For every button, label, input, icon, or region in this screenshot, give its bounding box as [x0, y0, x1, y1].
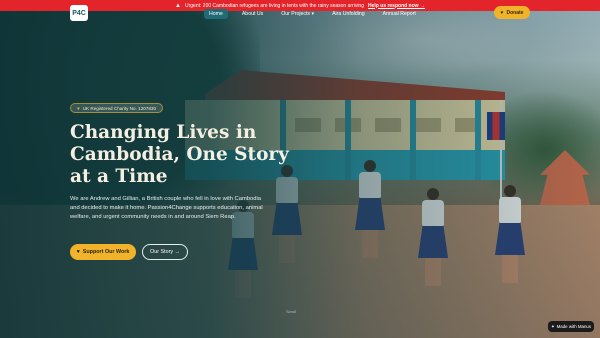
- hero-title: Changing Lives in Cambodia, One Story at…: [70, 122, 289, 187]
- heart-icon: ♥: [500, 9, 504, 16]
- donate-label: Donate: [506, 9, 524, 16]
- nav-item-our-projects[interactable]: Our Projects ▾: [277, 9, 318, 19]
- heart-icon: ♥: [76, 249, 80, 255]
- nav-item-about-us[interactable]: About Us: [238, 9, 267, 19]
- donate-button[interactable]: ♥ Donate: [494, 6, 530, 19]
- nav-item-annual-report[interactable]: Annual Report: [379, 9, 420, 19]
- our-story-button[interactable]: Our Story →: [142, 244, 188, 260]
- support-our-work-button[interactable]: ♥ Support Our Work: [70, 244, 136, 260]
- hero-description: We are Andrew and Gillian, a British cou…: [70, 196, 263, 220]
- heart-icon: ♥: [77, 105, 80, 111]
- nav-item-aira-unfolding[interactable]: Aira Unfolding: [328, 9, 369, 19]
- charity-badge: ♥ UK Registered Charity No. 1207830: [70, 103, 164, 113]
- scroll-hint: Scroll: [286, 309, 297, 314]
- site-logo[interactable]: P4C: [70, 5, 88, 21]
- made-with-label: Made with Manus: [556, 324, 592, 329]
- support-our-work-label: Support Our Work: [82, 249, 130, 255]
- our-story-label: Our Story →: [150, 249, 180, 255]
- warning-icon: ▲: [175, 2, 181, 9]
- announcement-link[interactable]: Help us respond now →: [368, 3, 425, 9]
- announcement-text: Urgent: 200 Cambodian refugees are livin…: [185, 2, 364, 9]
- nav-item-home[interactable]: Home: [204, 9, 228, 19]
- manus-icon: ✦: [550, 323, 555, 329]
- charity-badge-text: UK Registered Charity No. 1207830: [82, 105, 157, 111]
- main-nav: Home About Us Our Projects ▾ Aira Unfold…: [204, 9, 420, 19]
- made-with-badge[interactable]: ✦ Made with Manus: [548, 321, 594, 332]
